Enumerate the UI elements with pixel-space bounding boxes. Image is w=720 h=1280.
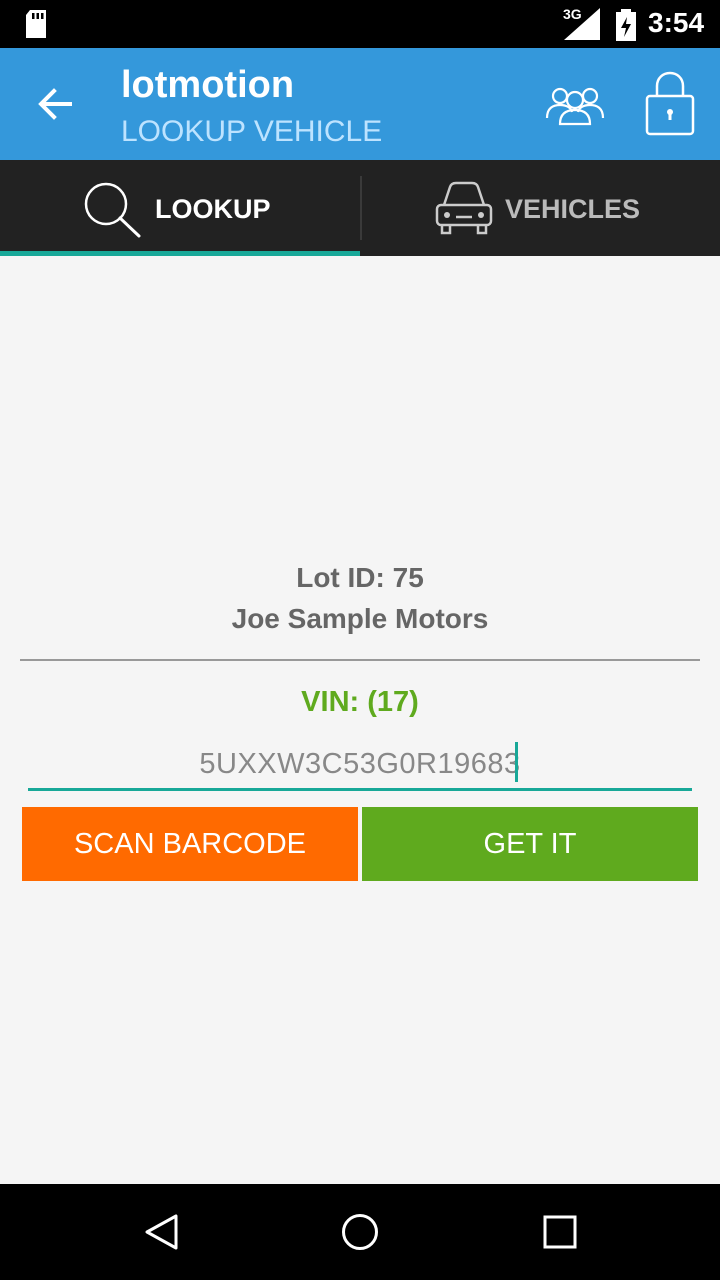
status-bar: 3G 3:54 bbox=[0, 0, 720, 48]
search-icon bbox=[84, 182, 141, 238]
sd-card-icon bbox=[26, 10, 46, 38]
tab-divider bbox=[360, 176, 362, 240]
users-icon[interactable] bbox=[544, 82, 606, 126]
vin-label: VIN: (17) bbox=[301, 686, 419, 718]
nav-home-icon[interactable] bbox=[340, 1212, 380, 1252]
app-bar: lotmotion LOOKUP VEHICLE bbox=[0, 48, 720, 160]
back-arrow-icon[interactable] bbox=[34, 84, 78, 124]
tab-lookup-label: LOOKUP bbox=[155, 194, 271, 224]
app-subtitle: LOOKUP VEHICLE bbox=[121, 115, 383, 148]
navigation-bar bbox=[0, 1184, 720, 1280]
nav-recents-icon[interactable] bbox=[542, 1212, 578, 1252]
get-it-button[interactable]: GET IT bbox=[362, 807, 698, 881]
dealer-name: Joe Sample Motors bbox=[231, 603, 489, 634]
car-icon bbox=[435, 181, 493, 235]
tab-vehicles-label: VEHICLES bbox=[505, 194, 641, 224]
scan-barcode-button[interactable]: SCAN BARCODE bbox=[22, 807, 358, 881]
nav-back-icon[interactable] bbox=[142, 1212, 182, 1252]
signal-icon bbox=[564, 8, 600, 40]
tab-vehicles[interactable]: VEHICLES bbox=[360, 160, 720, 256]
tab-indicator bbox=[0, 251, 360, 256]
text-cursor bbox=[515, 742, 518, 782]
lot-id: Lot ID: 75 bbox=[296, 562, 424, 593]
lock-icon[interactable] bbox=[644, 70, 696, 136]
divider bbox=[20, 659, 700, 661]
tab-lookup[interactable]: LOOKUP bbox=[0, 160, 360, 256]
status-time: 3:54 bbox=[648, 7, 705, 38]
battery-icon bbox=[616, 9, 636, 41]
app-title: lotmotion bbox=[121, 64, 295, 106]
vin-input[interactable] bbox=[28, 740, 692, 791]
